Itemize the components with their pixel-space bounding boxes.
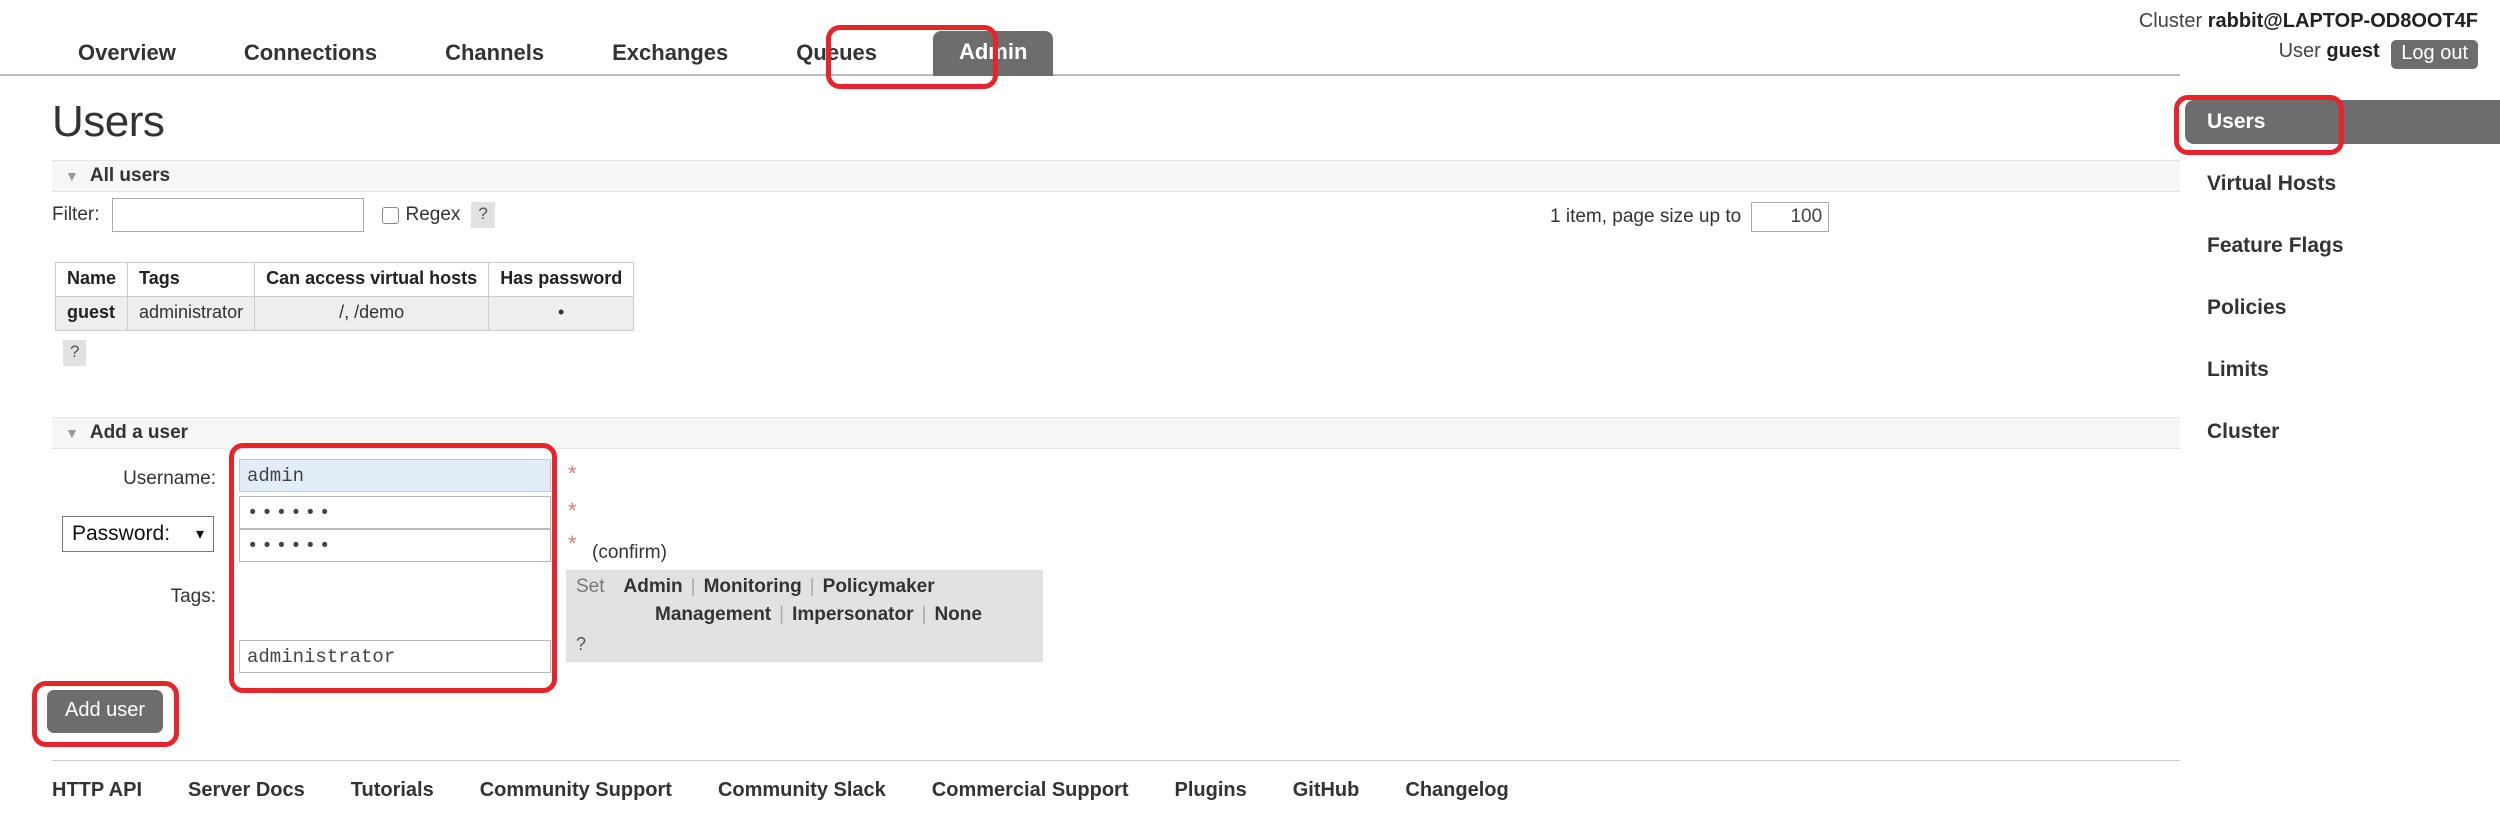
sidebar-item-users[interactable]: Users [2185,100,2500,144]
footer-link-commercial-support[interactable]: Commercial Support [932,779,1129,802]
tag-presets-panel: Set Admin | Monitoring | Policymaker Managem… [566,570,1043,662]
tab-admin[interactable]: Admin [932,31,1054,76]
cluster-name: rabbit@LAPTOP-OD8OOT4F [2207,10,2478,32]
users-table: Name Tags Can access virtual hosts Has p… [54,262,635,331]
sidebar-item-cluster[interactable]: Cluster [2185,410,2500,454]
sidebar-item-feature-flags[interactable]: Feature Flags [2185,224,2500,268]
column-header-password[interactable]: Has password [488,262,635,297]
page-size-control: 1 item, page size up to [1550,202,1830,232]
tag-presets-row-1: Set Admin | Monitoring | Policymaker [566,576,1043,604]
password-type-select-value: Password: [72,522,171,545]
cell-has-password: • [488,296,635,331]
regex-checkbox[interactable] [381,206,399,224]
main-nav-list: Overview Connections Channels Exchanges … [0,28,2180,76]
page-size-input[interactable] [1751,202,1830,232]
tag-link-admin[interactable]: Admin [624,576,683,597]
footer-link-server-docs[interactable]: Server Docs [188,779,305,802]
password-input[interactable] [239,496,551,529]
section-label-add-a-user: Add a user [89,422,189,443]
footer-link-github[interactable]: GitHub [1293,779,1360,802]
footer-link-community-support[interactable]: Community Support [480,779,672,802]
regex-label: Regex [405,204,461,225]
tab-queues[interactable]: Queues [784,34,889,76]
page-size-label: 1 item, page size up to [1550,206,1742,227]
column-header-vhosts[interactable]: Can access virtual hosts [254,262,490,297]
footer-link-changelog[interactable]: Changelog [1405,779,1508,802]
add-user-button[interactable]: Add user [47,690,164,733]
filter-help-icon[interactable]: ? [471,202,495,228]
main-nav: Overview Connections Channels Exchanges … [0,28,2180,76]
username-label: Username: [123,468,216,489]
sidebar-item-virtual-hosts[interactable]: Virtual Hosts [2185,162,2500,206]
tag-link-none[interactable]: None [934,604,982,625]
cluster-user-info: Cluster rabbit@LAPTOP-OD8OOT4F User gues… [2139,6,2478,69]
tags-label: Tags: [170,586,216,607]
sidebar-item-limits[interactable]: Limits [2185,348,2500,392]
user-label: User [2278,40,2321,62]
user-name: guest [2326,40,2380,62]
filter-label: Filter: [52,204,100,225]
tab-exchanges[interactable]: Exchanges [600,34,740,76]
cluster-label: Cluster [2138,10,2203,32]
password-required-star: * [568,498,577,523]
filter-row: Filter: Regex ? [52,198,495,232]
chevron-down-icon-add-user: ▼ [65,425,79,441]
sidebar-item-policies[interactable]: Policies [2185,286,2500,330]
column-header-name[interactable]: Name [54,262,129,297]
username-input[interactable] [239,459,551,492]
tab-overview[interactable]: Overview [66,34,188,76]
footer-link-tutorials[interactable]: Tutorials [351,779,434,802]
section-header-all-users[interactable]: ▼ All users [52,160,2180,192]
footer-links: HTTP API Server Docs Tutorials Community… [52,760,2180,802]
password-confirm-required-star: * [568,531,577,556]
tag-sep-3: | [779,604,785,625]
tab-connections[interactable]: Connections [232,34,389,76]
chevron-down-icon-password: ▾ [195,526,204,543]
tag-link-impersonator[interactable]: Impersonator [792,604,913,625]
cell-user-name[interactable]: guest [54,296,129,331]
footer-link-http-api[interactable]: HTTP API [52,779,142,802]
users-table-header-row: Name Tags Can access virtual hosts Has p… [54,262,635,297]
section-header-add-a-user[interactable]: ▼ Add a user [52,417,2180,449]
users-table-help-icon[interactable]: ? [63,340,87,366]
username-required-star: * [568,461,577,486]
tag-sep-2: | [809,576,815,597]
cluster-line: Cluster rabbit@LAPTOP-OD8OOT4F [2139,6,2478,36]
filter-input[interactable] [111,198,364,232]
rabbitmq-management-page: Cluster rabbit@LAPTOP-OD8OOT4F User gues… [0,0,2500,835]
tags-input[interactable] [239,640,551,673]
tag-sep-4: | [921,604,927,625]
tag-sep-1: | [690,576,696,597]
tag-links-row-1: Admin | Monitoring | Policymaker [624,576,935,598]
tag-links-row-2: Management | Impersonator | None [655,604,982,626]
cell-user-tags: administrator [127,296,256,331]
password-confirm-hint: (confirm) [592,542,667,563]
section-label-all-users: All users [89,165,171,186]
tag-link-management[interactable]: Management [655,604,771,625]
tag-link-policymaker[interactable]: Policymaker [823,576,935,597]
footer-link-community-slack[interactable]: Community Slack [718,779,886,802]
cell-user-vhosts: /, /demo [254,296,490,331]
chevron-down-icon: ▼ [65,168,79,184]
table-row[interactable]: guest administrator /, /demo • [54,296,635,331]
column-header-tags[interactable]: Tags [127,262,256,297]
tag-presets-row-2: Management | Impersonator | None [566,604,1043,632]
tags-help-icon[interactable]: ? [566,632,1043,658]
password-confirm-input[interactable] [239,529,551,562]
log-out-button[interactable]: Log out [2391,40,2478,69]
tag-link-monitoring[interactable]: Monitoring [704,576,802,597]
set-label: Set [576,576,605,597]
tab-channels[interactable]: Channels [433,34,556,76]
admin-sidebar: Users Virtual Hosts Feature Flags Polici… [2185,100,2500,472]
password-type-select[interactable]: Password: ▾ [62,516,214,552]
user-line: User guest Log out [2139,36,2478,69]
footer-link-plugins[interactable]: Plugins [1174,779,1246,802]
page-title: Users [52,97,165,146]
